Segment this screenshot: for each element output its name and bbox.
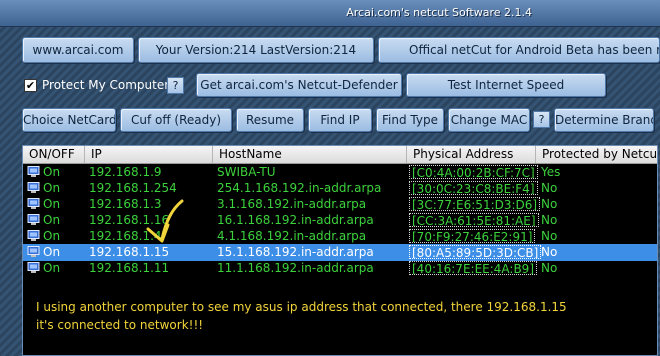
cell-hostname: 3.1.168.192.in-addr.arpa: [217, 197, 367, 211]
cell-protected: No: [541, 197, 558, 211]
computer-icon: [27, 246, 40, 257]
cell-state: On: [43, 181, 61, 195]
cell-hostname: 254.1.168.192.in-addr.arpa: [217, 181, 382, 195]
cell-protected: No: [541, 261, 558, 275]
cell-protected: Yes: [541, 165, 561, 179]
android-news-button[interactable]: Offical netCut for Android Beta has been…: [378, 37, 660, 63]
find-ip-button[interactable]: Find IP: [308, 108, 372, 132]
mac-help-button[interactable]: ?: [533, 111, 550, 128]
cell-mac: [C0:4A:00:2B:CF:7C]: [409, 165, 538, 179]
cell-state: On: [43, 261, 61, 275]
cell-protected: No: [541, 245, 558, 259]
header-onoff[interactable]: ON/OFF: [23, 146, 85, 163]
cell-state: On: [43, 197, 61, 211]
cell-hostname: 11.1.168.192.in-addr.arpa: [217, 261, 374, 275]
cell-mac: [80:A5:89:5D:3D:CB]: [409, 245, 542, 259]
change-mac-button[interactable]: Change MAC: [448, 108, 530, 132]
find-type-button[interactable]: Find Type: [376, 108, 444, 132]
cell-ip: 192.168.1.11: [89, 261, 170, 275]
computer-icon: [27, 214, 40, 225]
table-row[interactable]: On 192.168.1.11 11.1.168.192.in-addr.arpa […: [23, 260, 657, 277]
cell-hostname: 15.1.168.192.in-addr.arpa: [217, 245, 374, 259]
determine-brand-button[interactable]: Determine Brand: [554, 108, 654, 132]
cell-protected: No: [541, 229, 558, 243]
cell-state: On: [43, 213, 61, 227]
table-row[interactable]: On 192.168.1.15 15.1.168.192.in-addr.arpa[…: [23, 244, 657, 261]
header-hostname[interactable]: HostName: [213, 146, 407, 163]
cell-ip: 192.168.1.9: [89, 165, 162, 179]
header-physical-address[interactable]: Physical Address: [407, 146, 536, 163]
annotation-line-1: I using another computer to see my asus …: [36, 300, 567, 314]
cell-ip: 192.168.1.254: [89, 181, 177, 195]
checkmark-arrow-icon: [146, 199, 184, 243]
app-window: Arcai.com's netcut Software 2.1.4 www.ar…: [0, 0, 660, 356]
cell-protected: No: [541, 181, 558, 195]
choice-netcard-button[interactable]: Choice NetCard: [22, 108, 116, 132]
table-row[interactable]: On 192.168.1.16 16.1.168.192.in-addr.arpa[…: [23, 212, 657, 229]
cell-hostname: 16.1.168.192.in-addr.arpa: [217, 213, 374, 227]
cell-state: On: [43, 229, 61, 243]
resume-button[interactable]: Resume: [236, 108, 304, 132]
website-button[interactable]: www.arcai.com: [22, 37, 134, 63]
defender-button[interactable]: Get arcai.com's Netcut-Defender: [196, 73, 402, 97]
cell-protected: No: [541, 213, 558, 227]
protect-checkbox[interactable]: ✔: [24, 79, 37, 92]
cell-hostname: SWIBA-TU: [217, 165, 276, 179]
table-row[interactable]: On 192.168.1.254 254.1.168.192.in-addr.arp…: [23, 180, 657, 197]
header-protected[interactable]: Protected by Netcut: [536, 146, 657, 163]
cell-mac: [3C:77:E6:51:D3:D6]: [409, 197, 541, 211]
table-header: ON/OFF IP HostName Physical Address Prot…: [23, 146, 657, 164]
header-ip[interactable]: IP: [85, 146, 213, 163]
window-title: Arcai.com's netcut Software 2.1.4: [346, 6, 532, 19]
computer-icon: [27, 182, 40, 193]
cell-mac: [30:0C:23:C8:BE:F4]: [409, 181, 538, 195]
cell-state: On: [43, 165, 61, 179]
protect-label: Protect My Computer: [42, 78, 170, 92]
cell-state: On: [43, 245, 61, 259]
computer-icon: [27, 166, 40, 177]
table-row[interactable]: On 192.168.1.9 SWIBA-TU [C0:4A:00:2B:CF:7C]…: [23, 164, 657, 181]
annotation-line-2: it's connected to network!!!: [36, 318, 204, 332]
speed-test-button[interactable]: Test Internet Speed: [406, 73, 606, 97]
title-bar: Arcai.com's netcut Software 2.1.4: [0, 0, 660, 27]
table-row[interactable]: On 192.168.1.4 4.1.168.192.in-addr.arpa [70…: [23, 228, 657, 245]
table-row[interactable]: On 192.168.1.3 3.1.168.192.in-addr.arpa [3C…: [23, 196, 657, 213]
cell-hostname: 4.1.168.192.in-addr.arpa: [217, 229, 367, 243]
computer-icon: [27, 198, 40, 209]
cell-mac: [70:F9:27:46:E2:91]: [409, 229, 536, 243]
computer-icon: [27, 262, 40, 273]
computer-icon: [27, 230, 40, 241]
cell-mac: [40:16:7E:EE:4A:B9]: [409, 261, 537, 275]
cutoff-button[interactable]: Cuf off (Ready): [120, 108, 232, 132]
protect-help-button[interactable]: ?: [167, 77, 184, 94]
version-button[interactable]: Your Version:214 LastVersion:214: [138, 37, 374, 63]
cell-mac: [CC:3A:61:5E:81:AE]: [409, 213, 539, 227]
